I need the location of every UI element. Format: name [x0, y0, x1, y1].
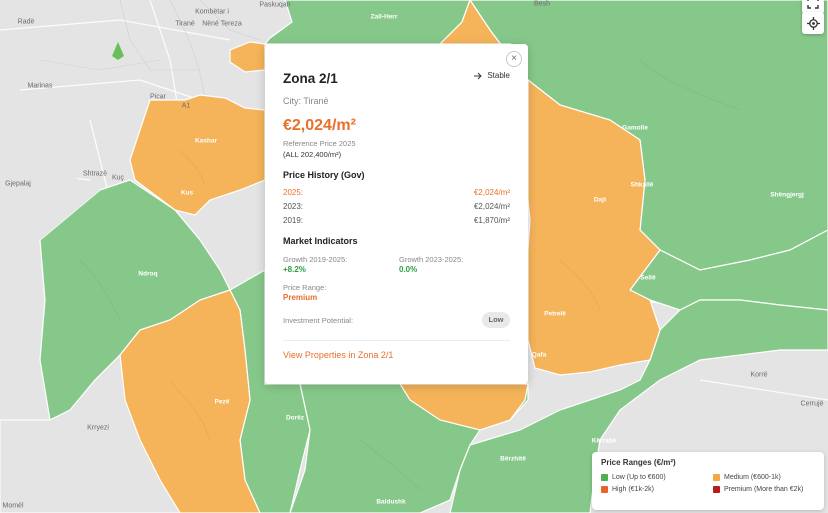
view-properties-link[interactable]: View Properties in Zona 2/1	[283, 350, 393, 360]
market-indicators-title: Market Indicators	[283, 236, 358, 246]
reference-price-label: Reference Price 2025	[283, 139, 356, 148]
legend-item-medium: Medium (€600-1k)	[713, 474, 825, 481]
place-label: Tiranë	[175, 20, 195, 28]
history-row: 2019: €1,870/m²	[283, 216, 510, 225]
trend-indicator: Stable	[474, 71, 510, 80]
trend-label: Stable	[487, 71, 510, 80]
place-label: Paskuqan	[259, 1, 291, 9]
investment-potential-badge: Low	[482, 312, 510, 328]
place-label: Korrë	[750, 371, 768, 379]
legend-label: Low (Up to €600)	[612, 474, 666, 481]
history-row: 2023: €2,024/m²	[283, 202, 510, 211]
divider	[283, 340, 510, 341]
place-label: Kërrabë	[591, 437, 617, 445]
legend-item-low: Low (Up to €600)	[601, 474, 713, 481]
place-label: Kuç	[111, 174, 125, 182]
price-range-label: Price Range:	[283, 283, 327, 292]
history-year: 2023:	[283, 202, 304, 211]
place-label: Cerrujë	[800, 400, 824, 408]
legend-swatch	[713, 474, 720, 481]
legend-swatch	[601, 486, 608, 493]
fullscreen-icon	[807, 0, 819, 9]
place-label: Besh	[534, 0, 550, 8]
legend-swatch	[713, 486, 720, 493]
reference-price: €2,024/m²	[283, 117, 356, 134]
crosshair-icon	[806, 16, 820, 30]
place-label: Zall-Herr	[370, 13, 398, 21]
place-label: Qafa	[531, 351, 547, 359]
reference-price-all: (ALL 202,400/m²)	[283, 150, 342, 159]
place-label: Dorëz	[285, 414, 305, 422]
place-label: Momël	[2, 502, 24, 510]
growth-2019-label: Growth 2019-2025:	[283, 255, 348, 264]
legend-swatch	[601, 474, 608, 481]
place-label: Gamolle	[622, 124, 648, 132]
place-label: Krryezi	[87, 424, 109, 432]
city-line: City: Tiranë	[283, 96, 329, 106]
place-label: Kombëtar i	[195, 8, 229, 16]
arrow-right-icon	[474, 72, 483, 79]
place-label: Pezë	[214, 398, 230, 406]
legend-item-high: High (€1k-2k)	[601, 486, 713, 493]
legend-title: Price Ranges (€/m²)	[601, 458, 676, 467]
place-label: Marinas	[27, 82, 53, 90]
place-label: Shëngjergj	[770, 191, 804, 199]
place-label: Dajt	[593, 196, 607, 204]
investment-potential-label: Investment Potential:	[283, 316, 354, 325]
legend-item-premium: Premium (More than €2k)	[713, 486, 825, 493]
legend-label: Premium (More than €2k)	[724, 486, 804, 493]
place-label: Picar	[150, 93, 166, 101]
zone-popup: × Zona 2/1 Stable City: Tiranë €2,024/m²…	[265, 44, 528, 384]
place-label: Gjepalaj	[5, 180, 31, 188]
legend-label: Medium (€600-1k)	[724, 474, 781, 481]
place-label: Nënë Tereza	[202, 20, 242, 28]
history-value: €2,024/m²	[473, 202, 510, 211]
legend-label: High (€1k-2k)	[612, 486, 655, 493]
place-label: Petrelë	[544, 310, 566, 318]
locate-button[interactable]	[802, 12, 824, 34]
close-icon: ×	[511, 53, 517, 64]
history-value: €1,870/m²	[473, 216, 510, 225]
place-label: Radë	[17, 18, 35, 26]
growth-2019-value: +8.2%	[283, 265, 306, 274]
place-label: Kashar	[194, 137, 218, 145]
place-label: Baldushk	[376, 498, 406, 506]
price-legend: Price Ranges (€/m²) Low (Up to €600) Med…	[592, 452, 824, 510]
place-label: Bërzhitë	[500, 455, 526, 463]
price-range-value: Premium	[283, 293, 318, 302]
close-button[interactable]: ×	[506, 51, 522, 67]
place-label: Shtrazë	[82, 170, 108, 178]
place-label: Sellë	[640, 274, 656, 282]
history-year: 2025:	[283, 188, 304, 197]
history-year: 2019:	[283, 216, 304, 225]
price-history-title: Price History (Gov)	[283, 170, 365, 180]
history-row: 2025: €2,024/m²	[283, 188, 510, 197]
zone-title: Zona 2/1	[283, 71, 338, 86]
growth-2023-label: Growth 2023-2025:	[399, 255, 464, 264]
history-value: €2,024/m²	[473, 188, 510, 197]
place-label: Ndroq	[138, 270, 158, 278]
place-label: A1	[181, 102, 191, 110]
growth-2023-value: 0.0%	[399, 265, 418, 274]
place-label: Kus	[180, 189, 194, 197]
place-label: Shkallë	[630, 181, 654, 189]
